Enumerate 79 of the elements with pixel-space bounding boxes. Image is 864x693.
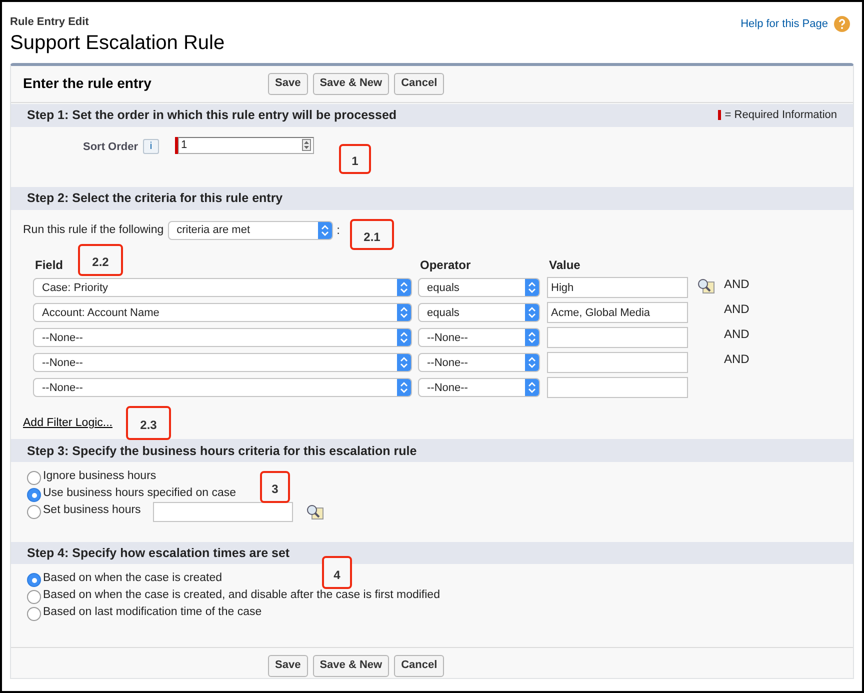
select-dropdown[interactable]: --None-- (418, 328, 540, 348)
radio-label[interactable]: Use business hours specified on case (43, 485, 236, 503)
radio-label[interactable]: Set business hours (43, 502, 141, 520)
callout-label: 2.2 (78, 244, 123, 276)
column-header: Field (34, 258, 64, 272)
criteria-label: Run this rule if the following (23, 222, 164, 238)
select-dropdown[interactable]: Case: Priority (33, 278, 412, 298)
info-button[interactable]: i (143, 138, 160, 154)
select-dropdown[interactable]: --None-- (33, 378, 412, 398)
form-button[interactable]: Cancel (394, 72, 444, 95)
radio-label[interactable]: Based on when the case is created (43, 570, 222, 588)
form-button[interactable]: Cancel (394, 654, 444, 677)
colon-text: : (336, 222, 340, 240)
conjunction-text: AND (724, 276, 750, 291)
radio-label[interactable]: Ignore business hours (43, 468, 156, 486)
chevron-icon (528, 357, 536, 368)
callout-label: 4 (322, 556, 352, 589)
required-legend: = Required Information (724, 106, 837, 124)
filter-logic-link[interactable]: Add Filter Logic... (23, 416, 112, 429)
step-title: Step 3: Specify the business hours criteria for this escalation rule (27, 442, 417, 460)
step-title: Step 4: Specify how escalation times are set (27, 544, 290, 562)
text-field[interactable] (547, 377, 688, 398)
callout-label: 1 (339, 144, 371, 174)
select-dropdown[interactable]: --None-- (33, 328, 412, 348)
chevron-icon (400, 282, 408, 294)
chevron-icon (528, 382, 536, 394)
number-field[interactable]: 1 (178, 136, 314, 154)
radio-button[interactable] (27, 488, 41, 502)
radio-button[interactable] (27, 505, 41, 520)
page-title: Support Escalation Rule (10, 30, 225, 54)
callout-label: 3 (260, 471, 290, 503)
form-button[interactable]: Save & New (312, 654, 390, 677)
chevron-icon (528, 307, 536, 318)
step-title: Step 1: Set the order in which this rule entry will be processed (27, 106, 397, 124)
text-field[interactable] (547, 352, 688, 374)
spinner-icon[interactable] (302, 139, 312, 152)
text-field[interactable] (152, 502, 293, 522)
conjunction-text: AND (724, 326, 750, 341)
radio-button[interactable] (27, 590, 41, 604)
radio-button[interactable] (27, 471, 41, 486)
field-label: Sort Order (83, 140, 138, 155)
radio-label[interactable]: Based on last modification time of the case (43, 604, 262, 622)
radio-button[interactable] (27, 607, 41, 622)
callout-label: 2.3 (126, 406, 171, 440)
chevron-icon (528, 332, 536, 344)
radio-button[interactable] (27, 573, 41, 588)
form-button[interactable]: Save (268, 72, 308, 95)
callout-label: 2.1 (350, 219, 394, 250)
breadcrumb: Rule Entry Edit (10, 15, 90, 30)
select-dropdown[interactable]: Account: Account Name (33, 303, 412, 322)
select-dropdown[interactable]: --None-- (33, 353, 412, 372)
lookup-icon[interactable] (306, 504, 324, 520)
select-dropdown[interactable]: equals (418, 278, 540, 298)
conjunction-text: AND (724, 352, 750, 366)
text-field[interactable]: High (547, 277, 688, 298)
text-field[interactable]: Acme, Global Media (547, 302, 688, 324)
help-link[interactable]: Help for this Page (740, 16, 828, 32)
select-dropdown[interactable]: --None-- (418, 353, 540, 372)
chevron-icon (320, 224, 329, 236)
lookup-icon[interactable] (697, 278, 715, 294)
select-dropdown[interactable]: criteria are met (168, 220, 333, 240)
chevron-icon (400, 307, 408, 318)
radio-label[interactable]: Based on when the case is created, and disable after the case is first modified (43, 587, 440, 605)
conjunction-text: AND (724, 302, 750, 316)
column-header: Operator (419, 258, 471, 272)
select-dropdown[interactable]: equals (418, 303, 540, 322)
form-button[interactable]: Save (268, 654, 308, 677)
column-header: Value (548, 258, 580, 272)
required-marker (718, 110, 721, 120)
help-icon[interactable] (834, 16, 850, 32)
text-field[interactable] (547, 327, 688, 348)
chevron-icon (400, 357, 408, 368)
section-heading: Enter the rule entry (23, 74, 152, 94)
chevron-icon (400, 332, 408, 344)
form-button[interactable]: Save & New (312, 72, 390, 95)
step-title: Step 2: Select the criteria for this rule entry (27, 190, 283, 208)
select-dropdown[interactable]: --None-- (418, 378, 540, 398)
chevron-icon (400, 382, 408, 394)
chevron-icon (528, 282, 536, 294)
